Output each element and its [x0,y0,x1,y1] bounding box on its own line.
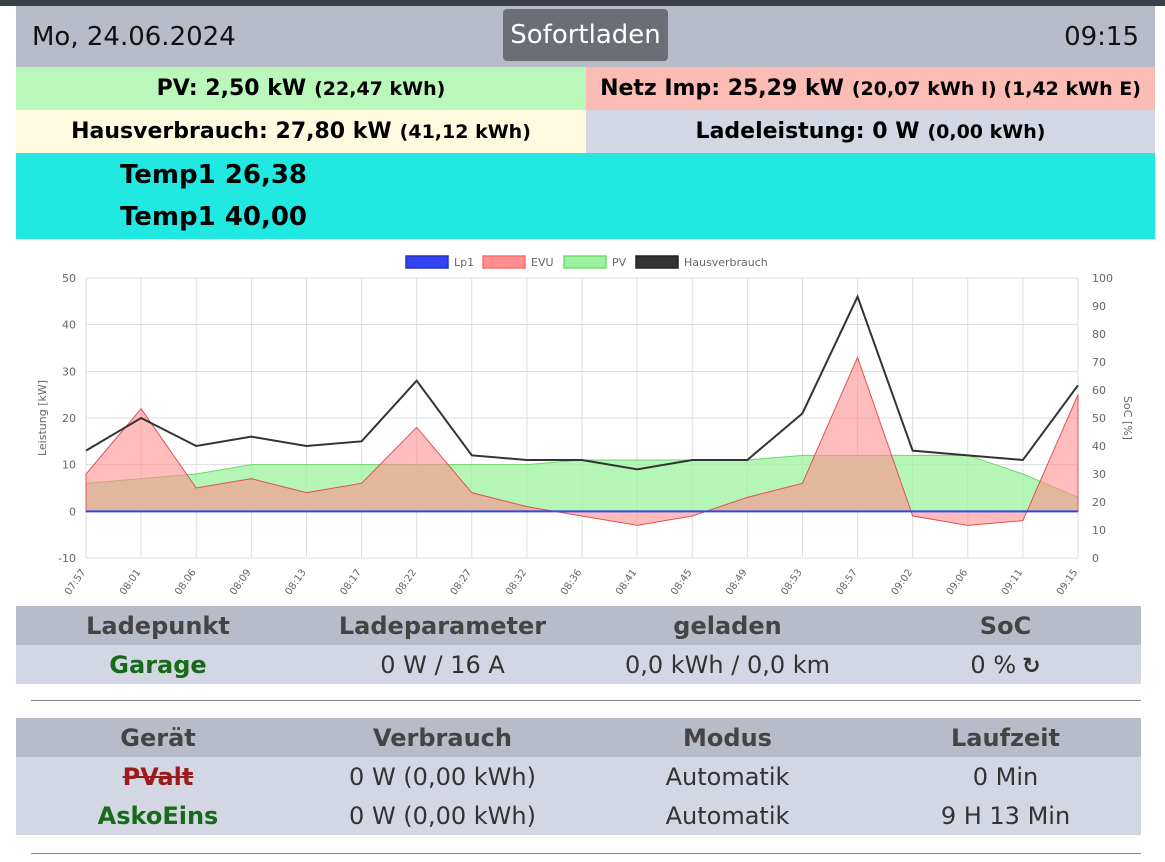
charging-energy: (0,00 kWh) [927,120,1046,143]
charge-point-header-row: Ladepunkt Ladeparameter geladen SoC [16,606,1141,645]
y2-tick-label: 0 [1092,552,1099,565]
temp2-reading: Temp1 40,00 [120,202,308,232]
device-name[interactable]: PValt [16,757,300,796]
col-geladen: geladen [585,606,870,645]
y-tick-label: 0 [69,505,76,518]
divider [31,700,1141,701]
pv-status: PV: 2,50 kW (22,47 kWh) [16,67,586,110]
y2-tick-label: 50 [1092,412,1106,425]
date-display: Mo, 24.06.2024 [32,22,236,52]
x-tick-label: 09:15 [1055,567,1081,597]
y2-tick-label: 30 [1092,468,1106,481]
device-table: Gerät Verbrauch Modus Laufzeit PValt 0 W… [16,718,1141,835]
charging-power-status: Ladeleistung: 0 W (0,00 kWh) [586,110,1155,153]
time-display: 09:15 [1064,22,1139,52]
y2-tick-label: 40 [1092,440,1106,453]
y2-tick-label: 70 [1092,356,1106,369]
table-row[interactable]: Garage 0 W / 16 A 0,0 kWh / 0,0 km 0 % ↻ [16,645,1141,684]
device-name[interactable]: AskoEins [16,796,300,835]
device-runtime: 0 Min [870,757,1141,796]
device-consumption: 0 W (0,00 kWh) [300,796,585,835]
x-tick-label: 09:02 [890,567,916,597]
x-tick-label: 08:49 [724,567,750,597]
legend-label: EVU [531,256,554,269]
legend-label: Hausverbrauch [684,256,768,269]
col-verbrauch: Verbrauch [300,718,585,757]
header-bar: Mo, 24.06.2024 Sofortladen 09:15 [16,6,1155,67]
pv-power: PV: 2,50 kW [156,76,307,101]
temp1-reading: Temp1 26,38 [120,160,308,190]
device-consumption: 0 W (0,00 kWh) [300,757,585,796]
x-tick-label: 08:09 [228,567,254,597]
house-energy: (41,12 kWh) [399,120,531,143]
house-power: Hausverbrauch: 27,80 kW [71,119,392,144]
charge-point-soc: 0 % [970,650,1017,679]
legend-label: PV [612,256,627,269]
x-tick-label: 08:36 [559,567,585,597]
charge-point-table: Ladepunkt Ladeparameter geladen SoC Gara… [16,606,1141,684]
x-tick-label: 08:01 [118,567,144,597]
x-tick-label: 08:41 [614,567,640,597]
device-header-row: Gerät Verbrauch Modus Laufzeit [16,718,1141,757]
y2-axis-label: SoC [%] [1121,396,1134,440]
col-modus: Modus [585,718,870,757]
x-tick-label: 08:13 [283,567,309,597]
y2-tick-label: 20 [1092,496,1106,509]
col-geraet: Gerät [16,718,300,757]
device-mode: Automatik [585,757,870,796]
y-tick-label: -10 [58,552,76,565]
temperature-panel: Temp1 26,38 Temp1 40,00 [16,153,1155,239]
table-row[interactable]: AskoEins 0 W (0,00 kWh) Automatik 9 H 13… [16,796,1141,835]
refresh-icon[interactable]: ↻ [1022,654,1040,679]
x-tick-label: 08:32 [504,567,530,597]
x-tick-label: 07:57 [63,567,89,597]
x-tick-label: 08:06 [173,567,199,597]
charge-point-loaded: 0,0 kWh / 0,0 km [585,645,870,684]
x-tick-label: 09:11 [1000,567,1026,597]
x-tick-label: 08:57 [834,567,860,597]
y-tick-label: 40 [62,319,76,332]
y-tick-label: 30 [62,365,76,378]
legend-swatch [635,255,679,269]
x-tick-label: 08:17 [338,567,364,597]
charge-point-soc-cell: 0 % ↻ [870,645,1141,684]
x-tick-label: 08:22 [394,567,420,597]
col-ladepunkt: Ladepunkt [16,606,300,645]
divider [31,853,1141,854]
device-mode: Automatik [585,796,870,835]
y2-tick-label: 100 [1092,272,1113,285]
x-tick-label: 08:45 [669,567,695,597]
grid-status: Netz Imp: 25,29 kW (20,07 kWh I) (1,42 k… [586,67,1155,110]
charging-power: Ladeleistung: 0 W [695,119,920,144]
col-laufzeit: Laufzeit [870,718,1141,757]
col-soc: SoC [870,606,1141,645]
legend-label: Lp1 [454,256,474,269]
y-tick-label: 50 [62,272,76,285]
y2-tick-label: 80 [1092,328,1106,341]
legend-swatch [563,255,607,269]
grid-power: Netz Imp: 25,29 kW [600,76,844,101]
y-tick-label: 10 [62,459,76,472]
house-consumption-status: Hausverbrauch: 27,80 kW (41,12 kWh) [16,110,586,153]
y-axis-label: Leistung [kW] [36,380,49,456]
table-row[interactable]: PValt 0 W (0,00 kWh) Automatik 0 Min [16,757,1141,796]
y-tick-label: 20 [62,412,76,425]
y2-tick-label: 90 [1092,300,1106,313]
charge-point-param: 0 W / 16 A [300,645,585,684]
x-tick-label: 09:06 [945,567,971,597]
y2-tick-label: 10 [1092,524,1106,537]
charge-mode-button[interactable]: Sofortladen [503,9,668,61]
pv-energy: (22,47 kWh) [314,77,446,100]
device-runtime: 9 H 13 Min [870,796,1141,835]
x-tick-label: 08:27 [449,567,475,597]
y2-tick-label: 60 [1092,384,1106,397]
grid-energy: (20,07 kWh I) (1,42 kWh E) [851,77,1141,100]
charge-point-name[interactable]: Garage [16,645,300,684]
legend-swatch [482,255,526,269]
x-tick-label: 08:53 [779,567,805,597]
power-chart: -10 0 10 20 30 40 50 07:57 08:01 08:06 08:09 08:13 0… [36,255,1134,597]
legend-swatch [405,255,449,269]
col-ladeparameter: Ladeparameter [300,606,585,645]
